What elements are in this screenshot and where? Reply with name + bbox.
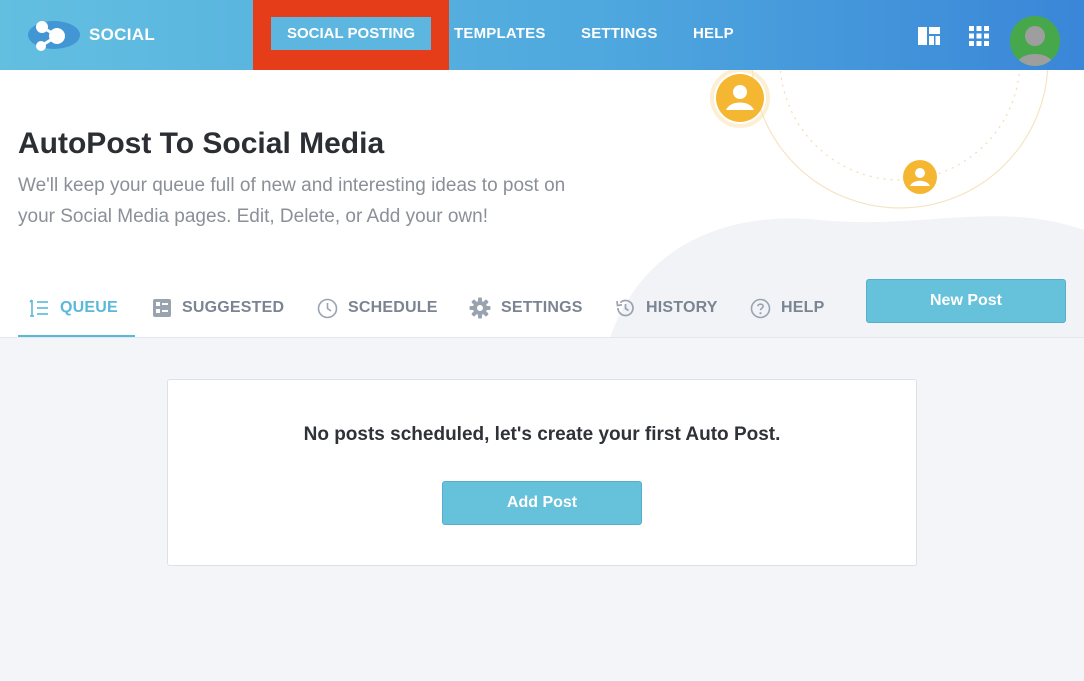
top-navbar: SOCIAL SOCIAL POSTING TEMPLATES SETTINGS…	[0, 0, 1084, 70]
tab-queue[interactable]: QUEUE	[28, 279, 118, 337]
page-subtitle-line2: your Social Media pages. Edit, Delete, o…	[18, 206, 488, 227]
tab-settings[interactable]: SETTINGS	[469, 279, 583, 337]
question-icon	[750, 298, 771, 318]
brand[interactable]: SOCIAL	[0, 0, 253, 70]
hero-section: AutoPost To Social Media We'll keep your…	[0, 70, 1084, 338]
empty-state-message: No posts scheduled, let's create your fi…	[303, 424, 781, 445]
tab-queue-label: QUEUE	[60, 299, 118, 316]
nav-item-templates[interactable]: TEMPLATES	[454, 25, 546, 42]
add-post-button[interactable]: Add Post	[442, 481, 642, 525]
tab-suggested[interactable]: SUGGESTED	[152, 279, 284, 337]
active-tab-indicator	[18, 335, 135, 337]
tab-schedule-label: SCHEDULE	[348, 299, 438, 316]
brand-name: SOCIAL	[89, 25, 156, 44]
tab-history[interactable]: HISTORY	[614, 279, 718, 337]
user-avatar[interactable]	[1010, 16, 1060, 66]
nav-highlight: SOCIAL POSTING	[253, 0, 449, 70]
tab-help[interactable]: HELP	[750, 279, 824, 337]
clock-icon	[317, 298, 338, 318]
layout-icon[interactable]	[917, 24, 941, 48]
tab-help-label: HELP	[781, 299, 825, 316]
brand-logo-icon	[28, 21, 80, 51]
new-post-button[interactable]: New Post	[866, 279, 1066, 323]
empty-state-card: No posts scheduled, let's create your fi…	[167, 379, 917, 566]
list-numbered-icon	[29, 299, 48, 317]
tab-suggested-label: SUGGESTED	[182, 299, 285, 316]
nav-item-settings[interactable]: SETTINGS	[581, 25, 658, 42]
gear-icon	[469, 297, 491, 319]
user-silhouette-icon	[1010, 16, 1060, 66]
nav-item-help[interactable]: HELP	[693, 25, 734, 42]
history-icon	[616, 299, 634, 317]
nav-item-social-posting[interactable]: SOCIAL POSTING	[271, 17, 431, 50]
checklist-icon	[153, 299, 171, 317]
page-subtitle: We'll keep your queue full of new and in…	[18, 170, 638, 232]
tab-settings-label: SETTINGS	[501, 299, 583, 316]
apps-grid-icon[interactable]	[967, 24, 991, 48]
tab-schedule[interactable]: SCHEDULE	[317, 279, 438, 337]
tab-history-label: HISTORY	[646, 299, 718, 316]
page-title: AutoPost To Social Media	[18, 127, 385, 160]
page-subtitle-line1: We'll keep your queue full of new and in…	[18, 175, 566, 196]
